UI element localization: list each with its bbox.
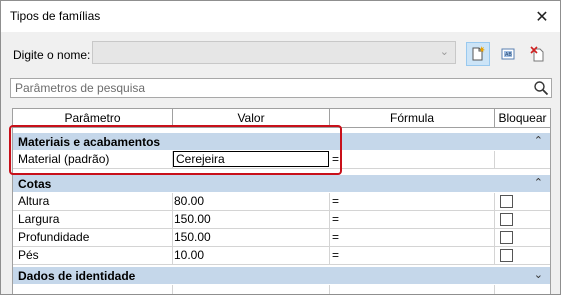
new-type-icon: [472, 46, 485, 61]
type-name-dropdown[interactable]: ⌄: [92, 41, 456, 64]
rename-type-icon: AB: [501, 48, 515, 60]
param-name: Profundidade: [13, 229, 173, 246]
window-title: Tipos de famílias: [10, 9, 101, 23]
svg-text:AB: AB: [505, 52, 512, 58]
column-header-lock[interactable]: Bloquear: [495, 109, 550, 128]
type-name-label: Digite o nome:: [13, 48, 91, 62]
param-formula[interactable]: =: [330, 229, 495, 246]
column-header-formula[interactable]: Fórmula: [330, 109, 495, 128]
parameter-search: [10, 78, 552, 98]
param-formula[interactable]: =: [330, 247, 495, 264]
lock-checkbox[interactable]: [500, 231, 513, 244]
param-value[interactable]: 80.00: [173, 193, 330, 210]
group-dimensions[interactable]: Cotas ⌃: [13, 175, 550, 193]
delete-type-icon: [530, 46, 544, 62]
param-value[interactable]: 150.00: [173, 229, 330, 246]
close-icon: ✕: [535, 8, 549, 26]
collapse-icon[interactable]: ⌃: [534, 176, 543, 189]
param-name: Largura: [13, 211, 173, 228]
chevron-down-icon: ⌄: [439, 46, 449, 58]
table-row: Profundidade 150.00 =: [13, 229, 550, 247]
param-value[interactable]: 150.00: [173, 211, 330, 228]
table-row: Altura 80.00 =: [13, 193, 550, 211]
table-row: [13, 285, 550, 294]
lock-cell: [495, 151, 550, 168]
lock-checkbox[interactable]: [500, 213, 513, 226]
lock-checkbox[interactable]: [500, 195, 513, 208]
table-row: Largura 150.00 =: [13, 211, 550, 229]
group-label: Cotas: [18, 177, 52, 191]
empty-cell: [13, 285, 173, 294]
empty-cell: [173, 285, 330, 294]
new-type-button[interactable]: [466, 42, 490, 66]
param-formula[interactable]: =: [330, 193, 495, 210]
param-formula[interactable]: =: [330, 211, 495, 228]
search-icon[interactable]: [533, 80, 549, 99]
param-value[interactable]: 10.00: [173, 247, 330, 264]
highlight-annotation: [9, 125, 342, 175]
group-label: Dados de identidade: [18, 269, 136, 283]
title-bar: Tipos de famílias ✕: [1, 1, 560, 32]
close-button[interactable]: ✕: [524, 1, 560, 32]
collapse-icon[interactable]: ⌃: [534, 134, 543, 147]
param-formula[interactable]: =: [330, 151, 495, 168]
empty-cell: [330, 285, 495, 294]
param-name: Altura: [13, 193, 173, 210]
param-name: Pés: [13, 247, 173, 264]
table-row: Pés 10.00 =: [13, 247, 550, 265]
rename-type-button[interactable]: AB: [496, 42, 520, 66]
family-types-dialog: Tipos de famílias ✕ Digite o nome: ⌄ AB: [0, 0, 561, 295]
lock-checkbox[interactable]: [500, 249, 513, 262]
delete-type-button[interactable]: [526, 42, 550, 66]
group-identity-data[interactable]: Dados de identidade ⌄: [13, 267, 550, 285]
expand-icon[interactable]: ⌄: [534, 268, 543, 281]
search-input[interactable]: [15, 80, 525, 96]
